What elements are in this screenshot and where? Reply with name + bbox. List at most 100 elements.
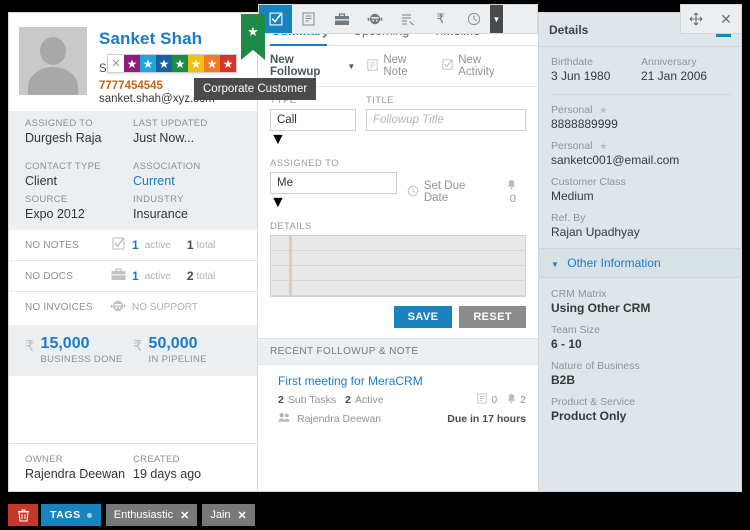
followup-list-item[interactable]: First meeting for MeraCRM 2 Sub Tasks 2 … [258,365,538,436]
chevron-down-icon: ▼ [347,61,356,71]
active-count: 2 [345,394,351,406]
star-icon-4[interactable]: ★ [172,55,188,72]
created-label: CREATED [133,454,180,465]
new-note-label: New Note [383,54,408,78]
star-icon-6[interactable]: ★ [204,55,220,72]
close-icon-tag-1[interactable]: ✕ [238,509,247,522]
set-due-date-button[interactable]: Set Due Date [407,180,485,204]
other-information-toggle[interactable]: ▼ Other Information [539,248,741,278]
bell-icon [507,180,516,193]
star-icon-2[interactable]: ★ [140,55,156,72]
personal-phone-label: Personal [551,104,593,116]
association-label: ASSOCIATION [133,161,201,172]
users-icon [278,412,291,426]
new-activity-button[interactable]: New Activity [442,54,516,78]
module-toolbar: ₹ ▼ [258,4,538,34]
tag-chip-jain[interactable]: Jain ✕ [202,504,255,526]
activity-icon-small [442,59,453,73]
details-textarea[interactable] [270,235,526,297]
set-due-date-label: Set Due Date [423,180,466,204]
active-label: Active [354,394,384,406]
personal-email-value: sanketc001@email.com [551,153,680,167]
followup-title[interactable]: First meeting for MeraCRM [278,374,526,388]
assigned-to-form-label: ASSIGNED TO [270,158,339,169]
delete-icon[interactable] [8,504,38,526]
chevron-down-icon-other: ▼ [551,260,559,269]
assigned-to-select[interactable]: Me [270,172,397,194]
star-glyph: ★ [174,56,186,71]
note-icon[interactable] [292,5,325,33]
star-glyph: ★ [142,56,154,71]
anniversary-label: Anniversary [641,56,697,68]
move-icon[interactable] [681,5,711,33]
docs-stat-row[interactable]: NO DOCS 1 active 2 total [9,261,257,292]
star-icon-email[interactable]: ★ [599,141,607,151]
chevron-down-icon-type: ▼ [270,131,286,148]
docs-active-count: 1 [132,269,139,283]
owner-label: OWNER [25,454,63,465]
new-note-button[interactable]: New Note [367,54,430,78]
crm-matrix-value: Using Other CRM [551,301,651,315]
invoices-stat-row[interactable]: NO INVOICES NO SUPPORT [9,292,257,323]
last-updated-label: LAST UPDATED [133,118,208,129]
star-icon-5[interactable]: ★ [188,55,204,72]
title-label: TITLE [366,95,394,106]
star-icon-1[interactable]: ★ [124,55,140,72]
notes-active-label: active [144,239,171,251]
invoice-icon[interactable] [391,5,424,33]
star-rating-widget[interactable]: ✕ ★ ★ ★ ★ ★ ★ ★ [107,54,237,73]
details-label: DETAILS [270,221,312,232]
rating-clear-icon[interactable]: ✕ [108,55,124,72]
window-controls: ✕ [680,4,742,34]
docs-total-count: 2 [186,269,194,283]
chevron-down-icon-assigned: ▼ [270,194,286,211]
personal-email-label: Personal [551,140,593,152]
followup-reminder-count: 2 [520,394,526,406]
contact-name[interactable]: Sanket Shah [99,29,234,49]
birthdate-label: Birthdate [551,56,594,68]
star-icon-3[interactable]: ★ [156,55,172,72]
contact-type-value: Client [25,174,57,188]
divider [551,94,731,95]
followup-form: TYPE Call ▼ TITLE Followup Title ASSIGNE… [258,87,538,297]
notes-stat-row[interactable]: NO NOTES 1 active 1 total [9,230,257,261]
history-clock-icon[interactable] [457,5,490,33]
type-select[interactable]: Call [270,109,356,131]
tags-label[interactable]: TAGS [41,504,101,526]
tags-dot-icon [86,512,92,518]
clock-icon [407,185,419,200]
industry-value: Insurance [133,207,188,221]
assigned-updated-row: ASSIGNED TO Durgesh Raja LAST UPDATED Ju… [9,111,257,154]
association-value[interactable]: Current [133,174,241,188]
notes-total-count: 1 [186,238,194,252]
star-glyph: ★ [190,56,202,71]
support-icon[interactable] [358,5,391,33]
star-icon-phone[interactable]: ★ [599,105,607,115]
briefcase-icon[interactable] [325,5,358,33]
save-button[interactable]: SAVE [393,306,453,328]
notes-label: NO NOTES [25,239,79,251]
business-done-label: BUSINESS DONE [40,354,123,365]
rupee-icon[interactable]: ₹ [424,5,457,33]
reminder-count-value: 0 [509,193,516,205]
recent-followup-header: RECENT FOLLOWUP & NOTE [258,338,538,365]
toolbar-more-icon[interactable]: ▼ [490,5,503,33]
product-service-field: Product & Service Product Only [551,396,731,423]
new-followup-label: New Followup [270,54,321,78]
note-icon-small [367,59,378,74]
details-panel: Details + Birthdate 3 Jun 1980 Anniversa… [538,12,742,492]
new-followup-button[interactable]: New Followup ▼ [270,54,355,78]
other-information-label: Other Information [567,256,661,270]
tag-chip-enthusiastic[interactable]: Enthusiastic ✕ [105,504,198,526]
close-icon[interactable]: ✕ [711,5,741,33]
close-icon-tag-0[interactable]: ✕ [180,509,189,522]
ref-by-label: Ref. By [551,212,586,224]
avatar [19,27,87,95]
in-pipeline-amount: 50,000 [148,335,198,352]
crm-matrix-field: CRM Matrix Using Other CRM [551,288,731,315]
reminder-count[interactable]: 0 [507,179,526,205]
star-icon-7[interactable]: ★ [220,55,236,72]
nature-of-business-label: Nature of Business [551,360,640,372]
title-input[interactable]: Followup Title [366,109,526,131]
reset-button[interactable]: RESET [459,306,526,328]
